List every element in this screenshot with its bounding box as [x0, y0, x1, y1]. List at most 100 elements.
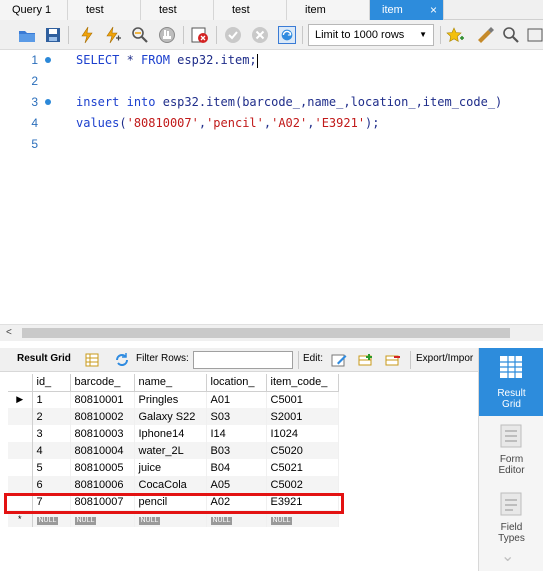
cell-location[interactable]: B03: [206, 442, 267, 459]
tab-item-1[interactable]: item: [287, 0, 370, 20]
column-header-item-code[interactable]: item_code_: [266, 374, 339, 392]
autocommit-icon[interactable]: [278, 26, 296, 44]
cell-name[interactable]: CocaCola: [134, 476, 207, 493]
cell-id[interactable]: 1: [32, 391, 71, 408]
cell-name[interactable]: Iphone14: [134, 425, 207, 442]
cell-barcode[interactable]: 80810003: [70, 425, 135, 442]
statement-marker-icon: [45, 99, 51, 105]
cell-item-code[interactable]: I1024: [266, 425, 339, 442]
scrollbar-thumb[interactable]: [22, 328, 510, 338]
filter-rows-label: Filter Rows:: [136, 353, 189, 364]
current-row-icon: ▶: [8, 391, 33, 408]
cell-location[interactable]: I14: [206, 425, 267, 442]
scroll-down-chevron-icon[interactable]: ⌄: [501, 546, 514, 566]
row-marker: [8, 425, 33, 442]
row-marker: [8, 408, 33, 425]
toggle-panel-icon[interactable]: [526, 26, 543, 44]
cell-name[interactable]: Pringles: [134, 391, 207, 408]
tab-item-2[interactable]: item ×: [370, 0, 444, 20]
beautify-icon[interactable]: [476, 26, 494, 44]
sql-text: );: [365, 116, 380, 130]
cell-item-code[interactable]: C5021: [266, 459, 339, 476]
result-grid-view-button[interactable]: Result Grid: [479, 348, 543, 416]
tab-test-2[interactable]: test: [141, 0, 214, 20]
sql-editor[interactable]: 1 SELECT * FROM esp32.item; 2 3 insert i…: [0, 50, 543, 322]
field-types-view-button[interactable]: Field Types: [479, 488, 543, 546]
filter-rows-input[interactable]: [193, 351, 293, 369]
cell-location[interactable]: A01: [206, 391, 267, 408]
tab-query-1[interactable]: Query 1: [0, 0, 68, 20]
cell-barcode[interactable]: 80810002: [70, 408, 135, 425]
stop-icon[interactable]: [158, 26, 176, 44]
cell-name[interactable]: Galaxy S22: [134, 408, 207, 425]
cell-location[interactable]: A05: [206, 476, 267, 493]
cell-id[interactable]: 4: [32, 442, 71, 459]
refresh-icon[interactable]: [114, 352, 130, 368]
result-grid-label: Result Grid: [17, 353, 71, 364]
add-row-icon[interactable]: [358, 352, 374, 368]
find-icon[interactable]: [502, 26, 520, 44]
cell-barcode[interactable]: 80810001: [70, 391, 135, 408]
line-number: 4: [31, 116, 38, 130]
execute-cursor-icon[interactable]: [104, 26, 122, 44]
save-icon[interactable]: [44, 26, 62, 44]
side-label: Form: [499, 454, 524, 465]
cell-item-code[interactable]: S2001: [266, 408, 339, 425]
limit-rows-select[interactable]: Limit to 1000 rows ▼: [308, 24, 434, 46]
table-row[interactable]: ▶ 1 80810001 Pringles A01 C5001: [8, 391, 339, 408]
query-tab-bar: Query 1 test test test item item ×: [0, 0, 543, 20]
cell-id[interactable]: 3: [32, 425, 71, 442]
edit-label: Edit:: [303, 353, 324, 364]
cell-location[interactable]: S03: [206, 408, 267, 425]
edit-row-icon[interactable]: [331, 352, 347, 368]
open-folder-icon[interactable]: [18, 26, 36, 44]
null-badge: NULL: [36, 516, 59, 525]
execute-icon[interactable]: [78, 26, 96, 44]
cell-id[interactable]: 6: [32, 476, 71, 493]
sql-string: 'E3921': [314, 116, 366, 130]
cell-id[interactable]: 2: [32, 408, 71, 425]
close-tab-icon[interactable]: ×: [430, 0, 437, 20]
tab-test-1[interactable]: test: [68, 0, 141, 20]
result-grid[interactable]: id_ barcode_ name_ location_ item_code_ …: [0, 374, 478, 571]
tab-test-3[interactable]: test: [214, 0, 287, 20]
column-header-location[interactable]: location_: [206, 374, 267, 392]
cell-barcode[interactable]: 80810004: [70, 442, 135, 459]
scroll-left-icon[interactable]: <: [6, 327, 12, 338]
cell-location[interactable]: B04: [206, 459, 267, 476]
cell-item-code[interactable]: C5020: [266, 442, 339, 459]
null-badge: NULL: [138, 516, 161, 525]
row-marker: [8, 459, 33, 476]
grid-layout-icon[interactable]: [84, 352, 100, 368]
toggle-error-icon[interactable]: [191, 26, 209, 44]
table-row[interactable]: 4 80810004 water_2L B03 C5020: [8, 442, 339, 459]
editor-line: 5: [0, 134, 543, 154]
bookmark-icon[interactable]: [446, 26, 464, 44]
export-import-label[interactable]: Export/Impor: [416, 353, 473, 364]
table-row[interactable]: 3 80810003 Iphone14 I14 I1024: [8, 425, 339, 442]
cell-barcode[interactable]: 80810006: [70, 476, 135, 493]
editor-horizontal-scrollbar[interactable]: <: [0, 324, 543, 341]
line-number: 5: [31, 137, 38, 151]
delete-row-icon[interactable]: [385, 352, 401, 368]
rollback-icon[interactable]: [251, 26, 269, 44]
form-editor-view-button[interactable]: Form Editor: [479, 420, 543, 482]
cell-item-code[interactable]: C5002: [266, 476, 339, 493]
cell-name[interactable]: water_2L: [134, 442, 207, 459]
result-grid-icon: [500, 356, 522, 378]
cell-name[interactable]: juice: [134, 459, 207, 476]
table-row[interactable]: 6 80810006 CocaCola A05 C5002: [8, 476, 339, 493]
null-badge: NULL: [74, 516, 97, 525]
column-header-barcode[interactable]: barcode_: [70, 374, 135, 392]
commit-icon[interactable]: [224, 26, 242, 44]
explain-icon[interactable]: [131, 26, 149, 44]
table-row[interactable]: 5 80810005 juice B04 C5021: [8, 459, 339, 476]
toolbar-separator: [302, 26, 303, 44]
table-row[interactable]: 2 80810002 Galaxy S22 S03 S2001: [8, 408, 339, 425]
cell-barcode[interactable]: 80810005: [70, 459, 135, 476]
cell-item-code[interactable]: C5001: [266, 391, 339, 408]
cell-id[interactable]: 5: [32, 459, 71, 476]
column-header-name[interactable]: name_: [134, 374, 207, 392]
column-header-id[interactable]: id_: [32, 374, 71, 392]
